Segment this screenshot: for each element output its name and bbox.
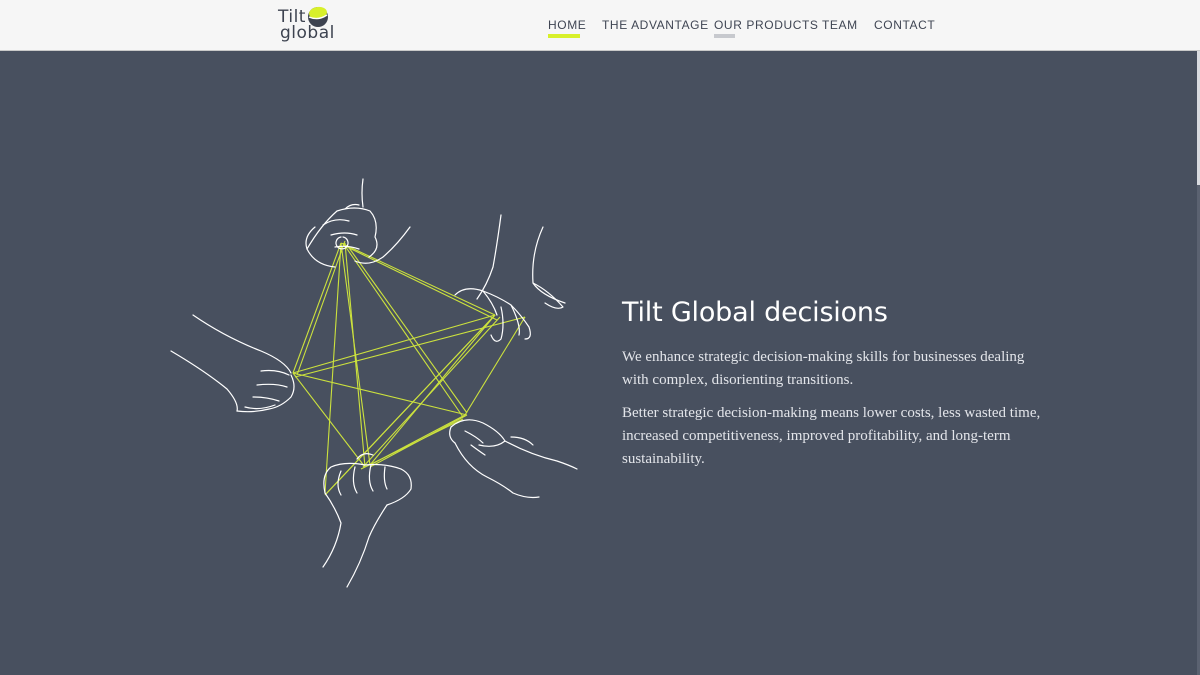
nav-the-advantage-label: THE ADVANTAGE — [602, 18, 709, 32]
hero-paragraph-2: Better strategic decision-making means l… — [622, 405, 1041, 467]
nav-our-products-hover-indicator — [714, 34, 735, 38]
nav-our-products-link[interactable]: OUR PRODUCTS — [714, 18, 819, 38]
logo-sphere-icon — [308, 6, 328, 27]
hands-string-network-illustration — [170, 178, 578, 588]
hero-text-block: Tilt Global decisions We enhance strateg… — [622, 296, 1042, 471]
hero-paragraph-1: We enhance strategic decision-making ski… — [622, 349, 1025, 388]
tilt-global-logo[interactable]: Tilt global — [278, 5, 334, 47]
hero-title: Tilt Global decisions — [622, 297, 888, 328]
nav-home-active-indicator — [548, 34, 580, 38]
nav-contact-link[interactable]: CONTACT — [874, 18, 935, 32]
nav-contact-label: CONTACT — [874, 18, 936, 32]
nav-the-advantage-link[interactable]: THE ADVANTAGE — [602, 18, 709, 32]
nav-our-products-label: OUR PRODUCTS — [714, 18, 819, 32]
nav-team-link[interactable]: TEAM — [822, 18, 858, 32]
nav-home-link[interactable]: HOME — [548, 18, 587, 38]
top-navigation-bar: Tilt global HOME THE ADVANTAGE OUR PRODU… — [0, 0, 1200, 51]
nav-team-label: TEAM — [822, 18, 858, 32]
nav-home-label: HOME — [548, 18, 587, 32]
